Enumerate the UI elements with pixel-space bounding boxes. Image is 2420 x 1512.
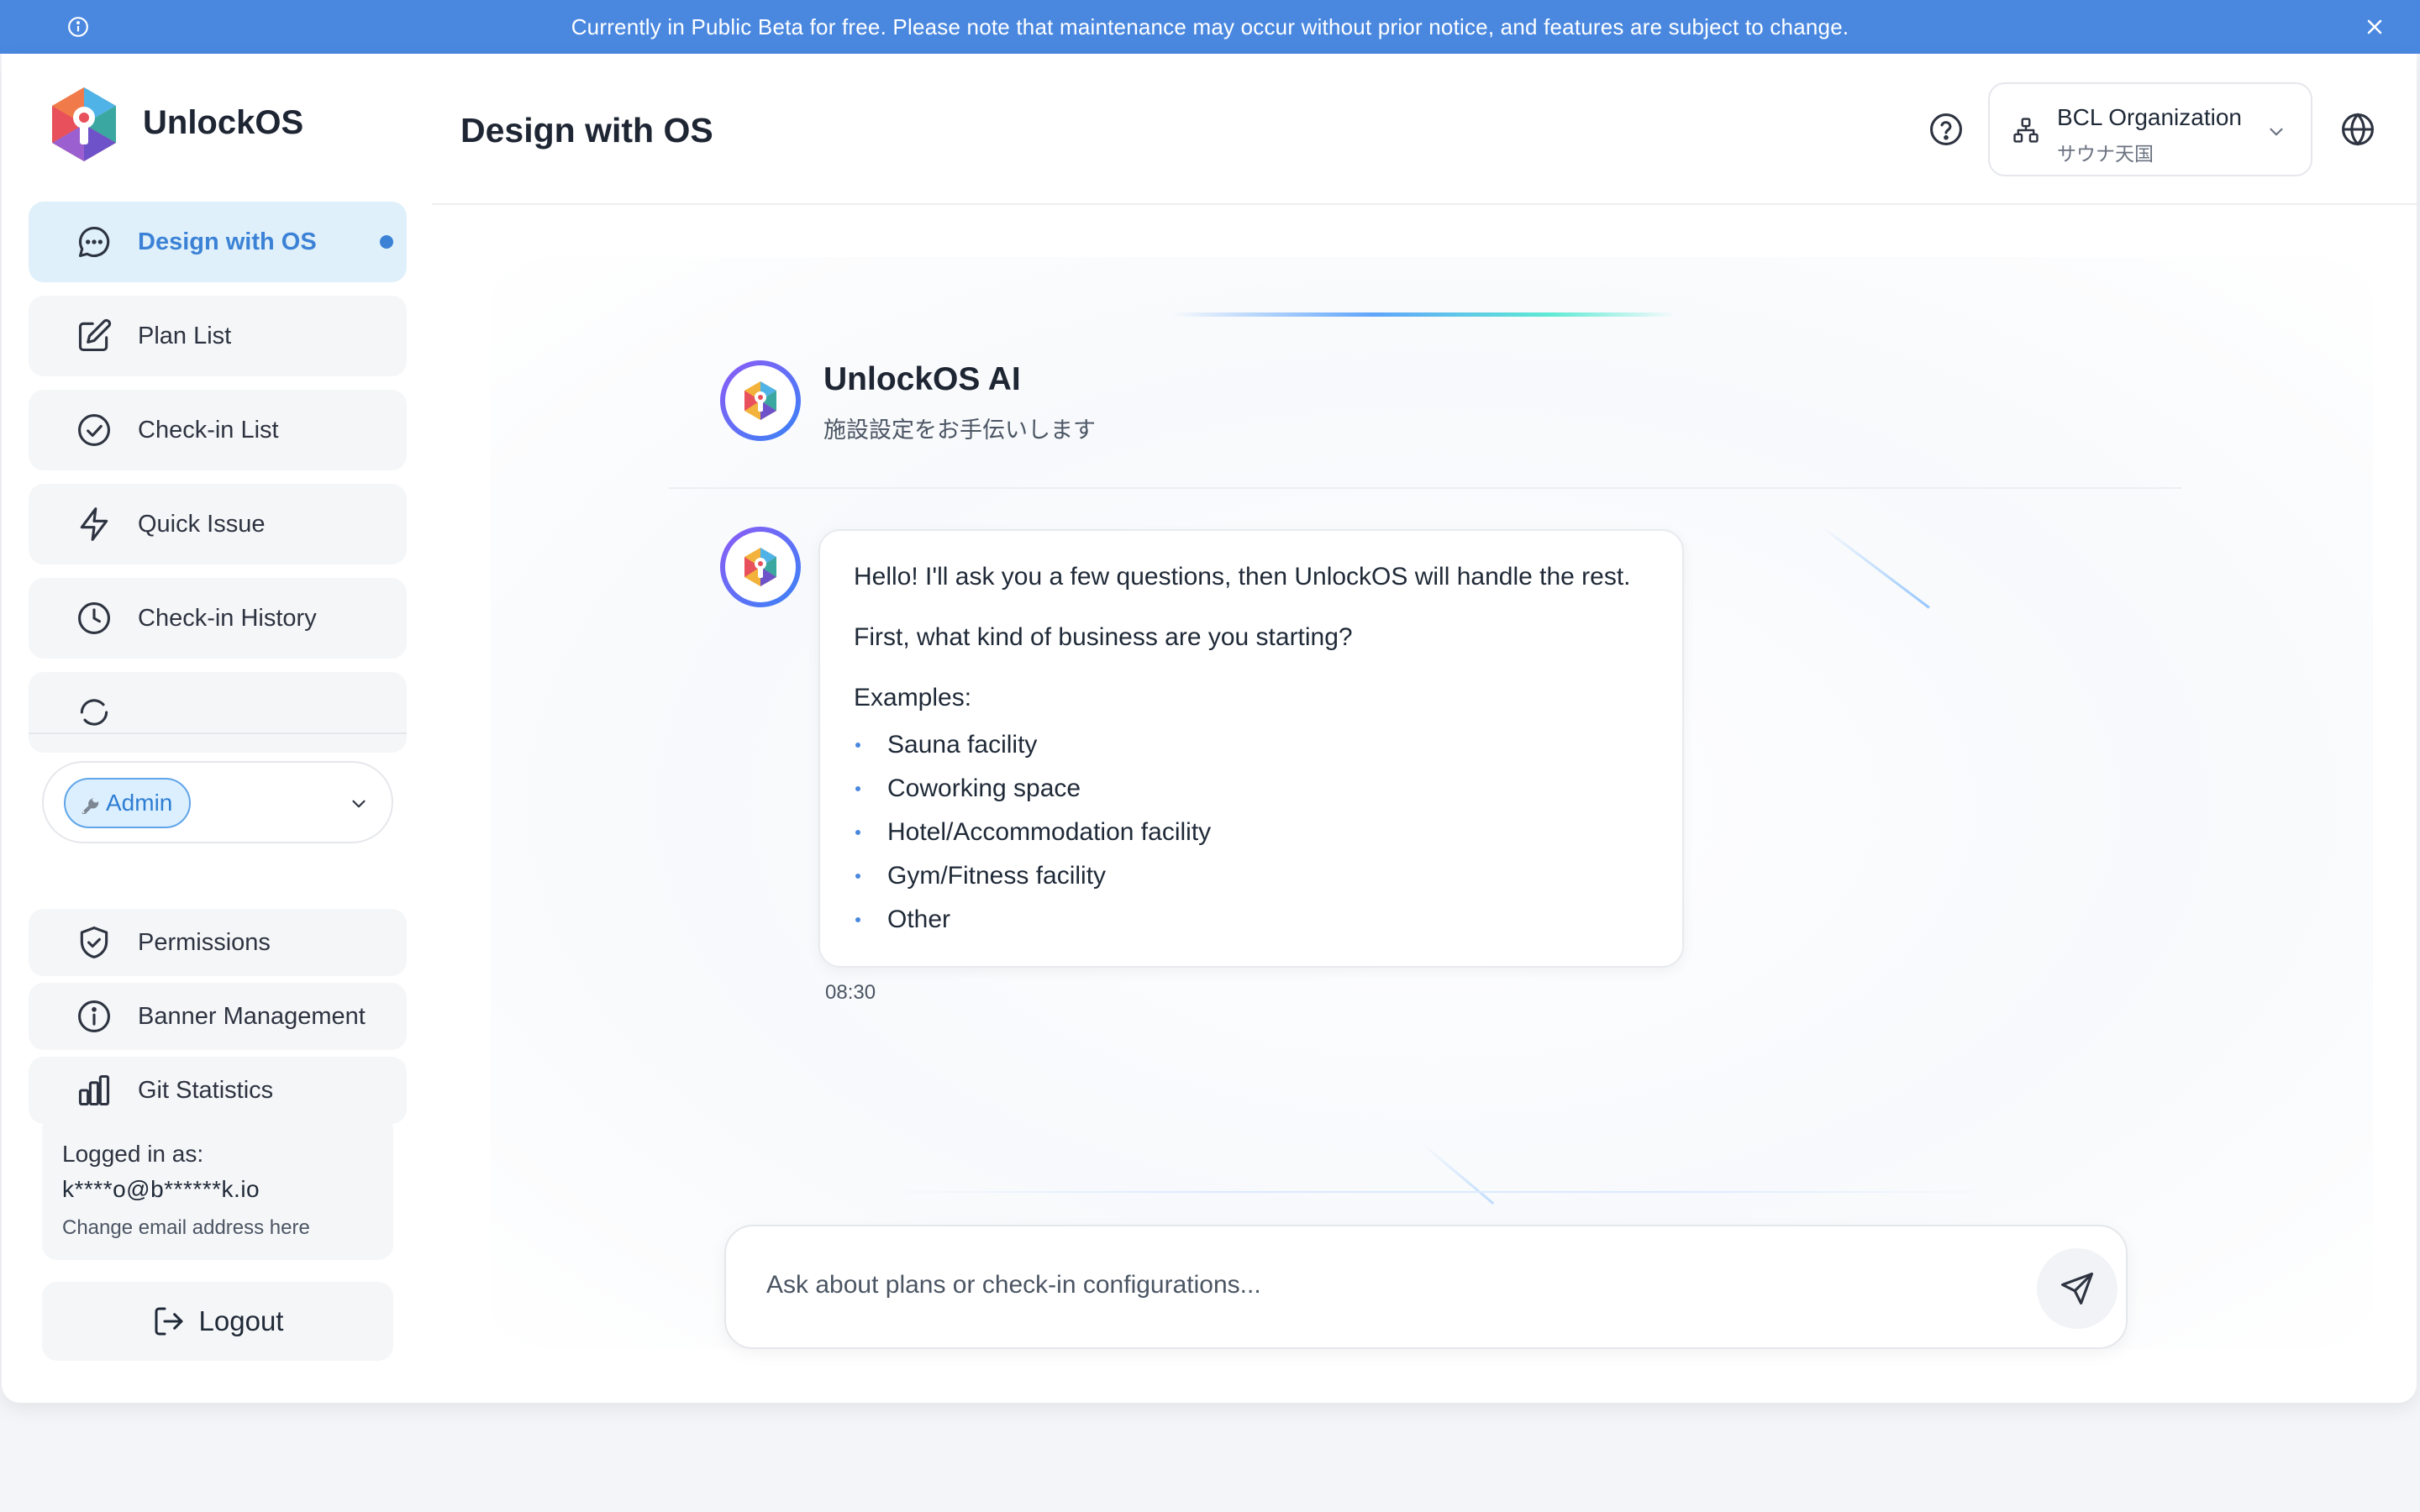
lightning-icon bbox=[76, 506, 113, 543]
help-icon[interactable] bbox=[1928, 111, 1965, 148]
nav-item-check-in-list[interactable]: Check-in List bbox=[29, 390, 407, 470]
assistant-name: UnlockOS AI bbox=[823, 361, 1021, 397]
logged-in-email: k****o@b******k.io bbox=[62, 1176, 260, 1202]
unlockos-logo-icon bbox=[49, 86, 119, 163]
close-icon[interactable] bbox=[2363, 15, 2386, 39]
login-info-card: Logged in as: k****o@b******k.io Change … bbox=[42, 1114, 393, 1260]
globe-icon[interactable] bbox=[2339, 111, 2376, 148]
bar-chart-icon bbox=[76, 1072, 113, 1109]
nav-item-design-with-os[interactable]: Design with OS bbox=[29, 202, 407, 282]
message-line-2: First, what kind of business are you sta… bbox=[854, 623, 1353, 651]
shield-check-icon bbox=[76, 924, 113, 961]
admin-item-banner-management[interactable]: Banner Management bbox=[29, 983, 407, 1050]
nav-item-label: Check-in List bbox=[138, 416, 279, 444]
assistant-avatar bbox=[719, 360, 802, 442]
send-button[interactable] bbox=[2037, 1248, 2118, 1329]
admin-item-label: Banner Management bbox=[138, 1003, 366, 1030]
wrench-icon bbox=[79, 792, 101, 814]
role-select[interactable]: Admin bbox=[42, 761, 393, 843]
message-avatar bbox=[719, 526, 802, 608]
organization-name: BCL Organization bbox=[2057, 104, 2242, 130]
nav-item-label: Plan List bbox=[138, 322, 232, 349]
logout-icon bbox=[152, 1305, 186, 1338]
role-label: Admin bbox=[106, 790, 173, 816]
admin-item-label: Git Statistics bbox=[138, 1077, 274, 1104]
organization-icon bbox=[2012, 116, 2040, 144]
bullet bbox=[855, 830, 860, 835]
nav-list: Design with OS Plan List Check-in List Q… bbox=[29, 202, 407, 759]
admin-item-permissions[interactable]: Permissions bbox=[29, 909, 407, 976]
assistant-message-bubble: Hello! I'll ask you a few questions, the… bbox=[818, 529, 1684, 968]
brand-name: UnlockOS bbox=[143, 104, 304, 141]
check-circle-icon bbox=[76, 412, 113, 449]
beta-banner: Currently in Public Beta for free. Pleas… bbox=[0, 0, 2420, 54]
logout-button[interactable]: Logout bbox=[42, 1282, 393, 1361]
chat-bubble-icon bbox=[76, 223, 113, 260]
partial-item-icon bbox=[76, 694, 113, 731]
nav-item-check-in-history[interactable]: Check-in History bbox=[29, 578, 407, 659]
assistant-subtitle: 施設設定をお手伝いします bbox=[823, 417, 1096, 443]
sidebar-divider bbox=[29, 732, 407, 734]
nav-item-label: Check-in History bbox=[138, 604, 317, 632]
bullet bbox=[855, 917, 860, 922]
message-line-1: Hello! I'll ask you a few questions, the… bbox=[854, 563, 1631, 591]
bullet bbox=[855, 786, 860, 791]
header: Design with OS BCL Organization サウナ天国 bbox=[432, 54, 2417, 205]
bullet bbox=[855, 874, 860, 879]
chat-area: UnlockOS AI 施設設定をお手伝いします Hello! I'll ask… bbox=[432, 207, 2417, 1403]
message-timestamp: 08:30 bbox=[825, 981, 876, 1004]
edit-icon bbox=[76, 318, 113, 354]
nav-item-partial[interactable] bbox=[29, 672, 407, 753]
sidebar: UnlockOS Design with OS Plan List Check-… bbox=[2, 54, 432, 1403]
banner-text: Currently in Public Beta for free. Pleas… bbox=[571, 13, 1849, 39]
organization-select[interactable]: BCL Organization サウナ天国 bbox=[1988, 82, 2312, 176]
organization-facility: サウナ天国 bbox=[2057, 143, 2154, 165]
logged-in-label: Logged in as: bbox=[62, 1141, 204, 1167]
logout-label: Logout bbox=[198, 1305, 284, 1336]
decorative-line bbox=[886, 1191, 1995, 1193]
examples-label: Examples: bbox=[854, 684, 972, 711]
info-circle-icon bbox=[76, 998, 113, 1035]
active-indicator-dot bbox=[380, 235, 393, 249]
admin-item-label: Permissions bbox=[138, 929, 271, 956]
send-icon bbox=[2061, 1273, 2093, 1305]
info-icon bbox=[67, 16, 89, 38]
app-window: UnlockOS Design with OS Plan List Check-… bbox=[2, 54, 2417, 1403]
nav-item-label: Design with OS bbox=[138, 228, 317, 255]
nav-item-plan-list[interactable]: Plan List bbox=[29, 296, 407, 376]
decorative-gradient-line bbox=[1171, 312, 1676, 317]
nav-item-quick-issue[interactable]: Quick Issue bbox=[29, 484, 407, 564]
clock-icon bbox=[76, 600, 113, 637]
chevron-down-icon bbox=[348, 793, 370, 815]
chat-divider bbox=[669, 487, 2181, 489]
page-title: Design with OS bbox=[460, 111, 713, 150]
chat-composer bbox=[724, 1225, 2128, 1349]
change-email-link[interactable]: Change email address here bbox=[62, 1216, 310, 1240]
nav-item-label: Quick Issue bbox=[138, 510, 266, 538]
chevron-down-icon bbox=[2265, 121, 2287, 143]
chat-input[interactable] bbox=[766, 1260, 1960, 1310]
role-badge: Admin bbox=[64, 778, 192, 828]
bullet bbox=[855, 743, 860, 748]
